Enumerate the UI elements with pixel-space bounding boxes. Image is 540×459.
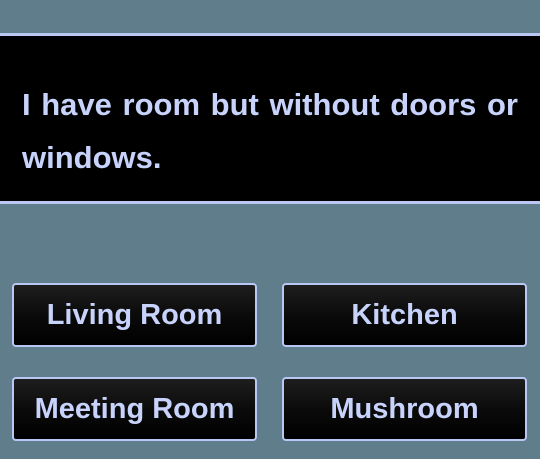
answer-button-living-room[interactable]: Living Room xyxy=(12,283,257,347)
answer-button-mushroom[interactable]: Mushroom xyxy=(282,377,527,441)
question-text: I have room but without doors or windows… xyxy=(22,87,518,175)
answer-button-kitchen[interactable]: Kitchen xyxy=(282,283,527,347)
question-panel: I have room but without doors or windows… xyxy=(0,33,540,204)
answer-button-meeting-room[interactable]: Meeting Room xyxy=(12,377,257,441)
